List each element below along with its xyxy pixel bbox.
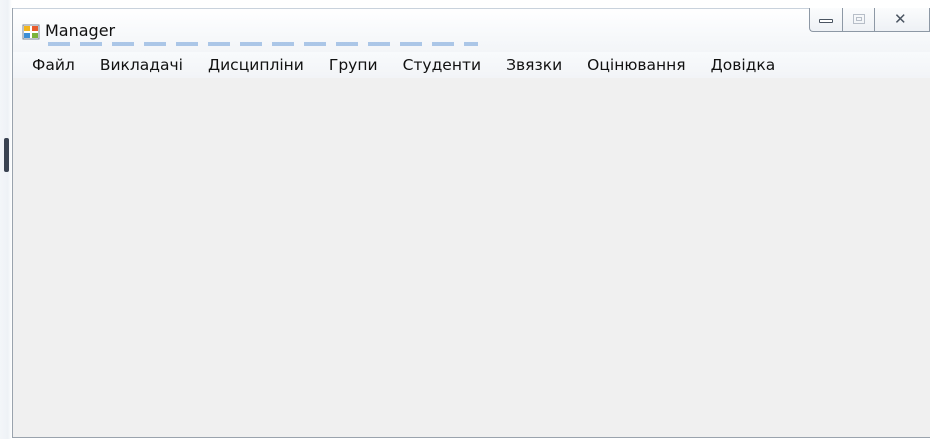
manager-window: Manager ✕ Файл Викладачі Дисципліни Груп… [12, 8, 930, 438]
client-area [13, 78, 930, 437]
title-bar-top-line [13, 8, 930, 9]
menu-item-disciplines[interactable]: Дисципліни [208, 56, 304, 74]
background-text-bleed [48, 42, 478, 46]
background-desktop-edge [0, 0, 12, 439]
window-title: Manager [45, 21, 116, 40]
maximize-button[interactable] [842, 8, 874, 32]
background-scroll-mark [4, 138, 9, 172]
menu-bar: Файл Викладачі Дисципліни Групи Студенти… [13, 52, 930, 78]
title-bar[interactable]: Manager ✕ [13, 8, 930, 52]
window-controls: ✕ [809, 8, 930, 32]
minimize-icon [819, 19, 833, 23]
menu-item-help[interactable]: Довідка [711, 56, 776, 74]
menu-item-groups[interactable]: Групи [329, 56, 378, 74]
menu-item-teachers[interactable]: Викладачі [100, 56, 183, 74]
menu-item-links[interactable]: Звязки [506, 56, 562, 74]
maximize-icon [853, 14, 865, 24]
menu-item-file[interactable]: Файл [32, 56, 75, 74]
app-icon[interactable] [22, 24, 40, 40]
close-button[interactable]: ✕ [874, 8, 930, 32]
menu-item-grading[interactable]: Оцінювання [587, 56, 685, 74]
menu-item-students[interactable]: Студенти [403, 56, 482, 74]
minimize-button[interactable] [809, 8, 842, 32]
close-icon: ✕ [894, 10, 907, 28]
screen: Manager ✕ Файл Викладачі Дисципліни Груп… [0, 0, 930, 439]
